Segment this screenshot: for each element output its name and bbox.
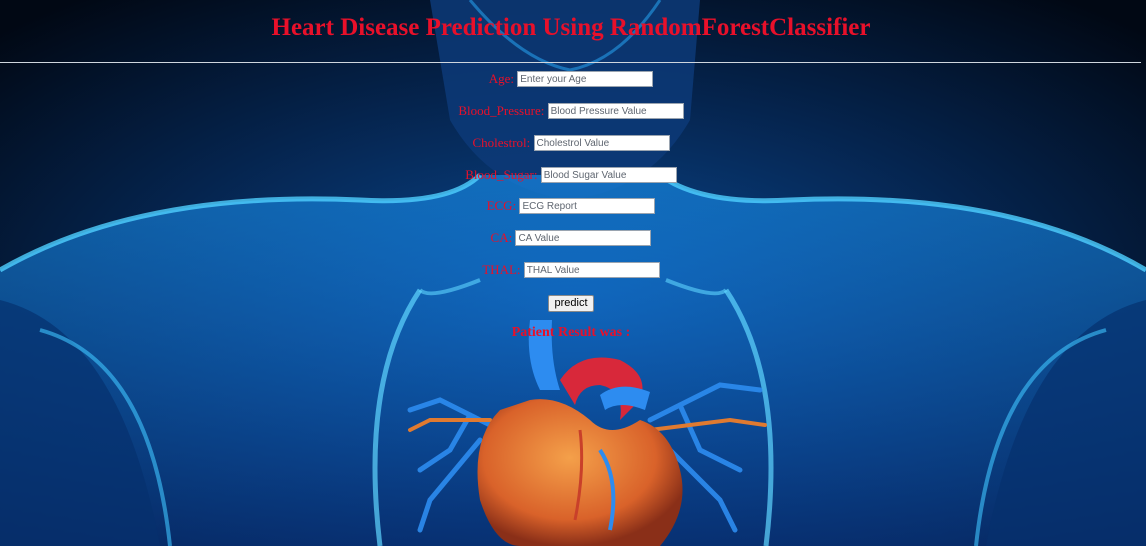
form-row-age: Age: <box>0 70 1142 88</box>
page-content: Heart Disease Prediction Using RandomFor… <box>0 0 1146 546</box>
blood-pressure-input[interactable] <box>547 103 684 120</box>
thal-label: THAL: <box>482 262 521 278</box>
ecg-input[interactable] <box>519 198 656 215</box>
blood-sugar-label: Blood_Sugar: <box>465 167 538 183</box>
age-input[interactable] <box>517 71 654 88</box>
form-row-blood-sugar: Blood_Sugar: <box>0 166 1142 184</box>
submit-row: predict <box>0 293 1142 312</box>
age-label: Age: <box>488 71 515 87</box>
form-row-thal: THAL: <box>0 261 1142 279</box>
form-row-cholestrol: Cholestrol: <box>0 134 1142 152</box>
form-row-ca: CA: <box>0 229 1142 247</box>
ecg-label: ECG: <box>486 198 517 214</box>
form-row-blood-pressure: Blood_Pressure: <box>0 102 1142 120</box>
cholestrol-input[interactable] <box>533 135 670 152</box>
thal-input[interactable] <box>523 262 660 279</box>
header-divider <box>0 62 1141 63</box>
cholestrol-label: Cholestrol: <box>472 135 531 151</box>
blood-sugar-input[interactable] <box>540 167 677 184</box>
patient-result-text: Patient Result was : <box>511 325 631 340</box>
form-row-ecg: ECG: <box>0 197 1142 215</box>
predict-button[interactable]: predict <box>548 294 594 312</box>
blood-pressure-label: Blood_Pressure: <box>458 103 545 119</box>
ca-label: CA: <box>490 230 513 246</box>
page-title: Heart Disease Prediction Using RandomFor… <box>271 14 871 41</box>
ca-input[interactable] <box>515 230 652 247</box>
